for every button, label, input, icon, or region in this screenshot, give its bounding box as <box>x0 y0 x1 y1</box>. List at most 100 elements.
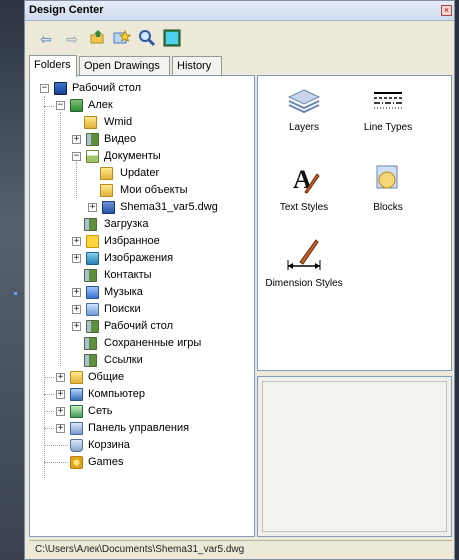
content-item-label: Line Types <box>363 122 413 133</box>
documents-folder-icon <box>86 150 99 163</box>
tab-open-drawings-label: Open Drawings <box>84 60 160 72</box>
tree-item-label: Загрузка <box>104 218 149 230</box>
downloads-folder-icon <box>84 218 97 231</box>
content-item-text-styles[interactable]: A Text Styles <box>262 162 346 213</box>
expand-icon[interactable]: + <box>56 390 65 399</box>
window-title: Design Center <box>29 4 104 16</box>
network-icon <box>70 405 83 418</box>
content-item-blocks[interactable]: Blocks <box>346 162 430 213</box>
video-folder-icon <box>86 133 99 146</box>
computer-icon <box>70 388 83 401</box>
close-icon[interactable]: × <box>441 5 452 16</box>
tree-guide <box>44 428 54 429</box>
collapse-icon[interactable]: − <box>56 101 65 110</box>
tree-item-label: Компьютер <box>88 388 145 400</box>
desktop-background-left <box>0 0 24 560</box>
tree-guide <box>44 106 54 107</box>
expand-icon[interactable]: + <box>56 373 65 382</box>
line-types-icon <box>374 92 402 109</box>
expand-icon[interactable]: + <box>72 305 81 314</box>
tree-item-label: Контакты <box>104 269 152 281</box>
forward-button[interactable]: ⇨ <box>61 29 83 49</box>
tree-item-label: Ссылки <box>104 354 143 366</box>
design-center-window: Design Center × ⇦ ⇨ Folders Open Drawing… <box>24 0 455 560</box>
tree-item-label: Музыка <box>104 286 143 298</box>
expand-icon[interactable]: + <box>72 254 81 263</box>
recycle-bin-icon <box>70 439 83 452</box>
background-dot <box>14 292 17 295</box>
layers-icon <box>287 89 321 114</box>
desktop-background-right <box>455 0 459 560</box>
favorites-button[interactable] <box>111 29 133 49</box>
tree-item-label: Wmid <box>104 116 133 128</box>
content-item-label: Layers <box>288 122 319 133</box>
content-item-layers[interactable]: Layers <box>262 88 346 133</box>
search-icon <box>139 30 156 47</box>
folder-icon <box>70 371 83 384</box>
tree-item-label: Сеть <box>88 405 113 417</box>
expand-icon[interactable]: + <box>72 237 81 246</box>
preview-area <box>262 381 447 532</box>
content-item-label: Text Styles <box>279 202 329 213</box>
title-bar[interactable]: Design Center × <box>25 1 454 21</box>
expand-icon[interactable]: + <box>72 135 81 144</box>
tree-item-desktop[interactable]: − Рабочий стол <box>34 80 244 97</box>
expand-icon[interactable]: + <box>72 322 81 331</box>
user-folder-icon <box>70 99 83 112</box>
text-styles-icon: A <box>293 165 320 194</box>
tree-guide <box>44 394 54 395</box>
folders-tree-panel[interactable]: − Рабочий стол − Алек Wmid + Видео − Док… <box>29 75 255 537</box>
search-button[interactable] <box>136 29 158 49</box>
tree-item-label: Games <box>88 456 124 468</box>
tree-guide <box>44 96 45 478</box>
tree-guide <box>60 112 61 366</box>
preview-panel <box>257 376 452 537</box>
dimension-styles-icon <box>287 239 321 270</box>
status-path: C:\Users\Алек\Documents\Shema31_var5.dwg <box>35 544 245 555</box>
tree-item-label: Updater <box>120 167 160 179</box>
tree-guide <box>44 462 68 463</box>
back-arrow-icon: ⇦ <box>40 31 52 47</box>
favorites-folder-icon <box>86 235 99 248</box>
content-item-line-types[interactable]: Line Types <box>346 88 430 133</box>
content-item-dimension-styles[interactable]: Dimension Styles <box>262 236 346 289</box>
preview-icon <box>163 29 181 47</box>
tree-item-label: Shema31_var5.dwg <box>120 201 218 213</box>
tab-folders[interactable]: Folders <box>29 55 77 77</box>
content-panel[interactable]: Layers Line Types A Text Styles Blocks D… <box>257 75 452 371</box>
preview-button[interactable] <box>161 29 183 49</box>
tab-open-drawings[interactable]: Open Drawings <box>79 56 170 76</box>
status-bar: C:\Users\Алек\Documents\Shema31_var5.dwg <box>29 540 452 558</box>
tree-item-label: Документы <box>104 150 161 162</box>
folder-icon <box>100 184 113 197</box>
content-item-label: Blocks <box>373 202 403 213</box>
expand-icon[interactable]: + <box>88 203 97 212</box>
tree-item-label: Рабочий стол <box>104 320 174 332</box>
tree-item-user[interactable]: − Алек <box>50 97 240 114</box>
dwg-file-icon <box>102 201 115 214</box>
toolbar: ⇦ ⇨ <box>25 23 454 53</box>
collapse-icon[interactable]: − <box>40 84 49 93</box>
tab-history-label: History <box>177 60 212 72</box>
tree-item-label: Избранное <box>104 235 160 247</box>
music-folder-icon <box>86 286 99 299</box>
back-button[interactable]: ⇦ <box>35 29 57 49</box>
tree-item-label: Поиски <box>104 303 141 315</box>
collapse-icon[interactable]: − <box>72 152 81 161</box>
tree-guide <box>44 445 68 446</box>
tree-item-label: Корзина <box>88 439 130 451</box>
links-folder-icon <box>84 354 97 367</box>
tree-guide <box>76 162 77 198</box>
expand-icon[interactable]: + <box>72 288 81 297</box>
expand-icon[interactable]: + <box>56 424 65 433</box>
tree-item-label: Алек <box>88 99 113 111</box>
searches-folder-icon <box>86 303 99 316</box>
saved-games-folder-icon <box>84 337 97 350</box>
expand-icon[interactable]: + <box>56 407 65 416</box>
desktop-icon <box>54 82 67 95</box>
tab-history[interactable]: History <box>172 56 222 76</box>
tab-folders-label: Folders <box>34 59 71 71</box>
control-panel-icon <box>70 422 83 435</box>
tree-item-label: Видео <box>104 133 137 145</box>
up-button[interactable] <box>87 29 109 49</box>
